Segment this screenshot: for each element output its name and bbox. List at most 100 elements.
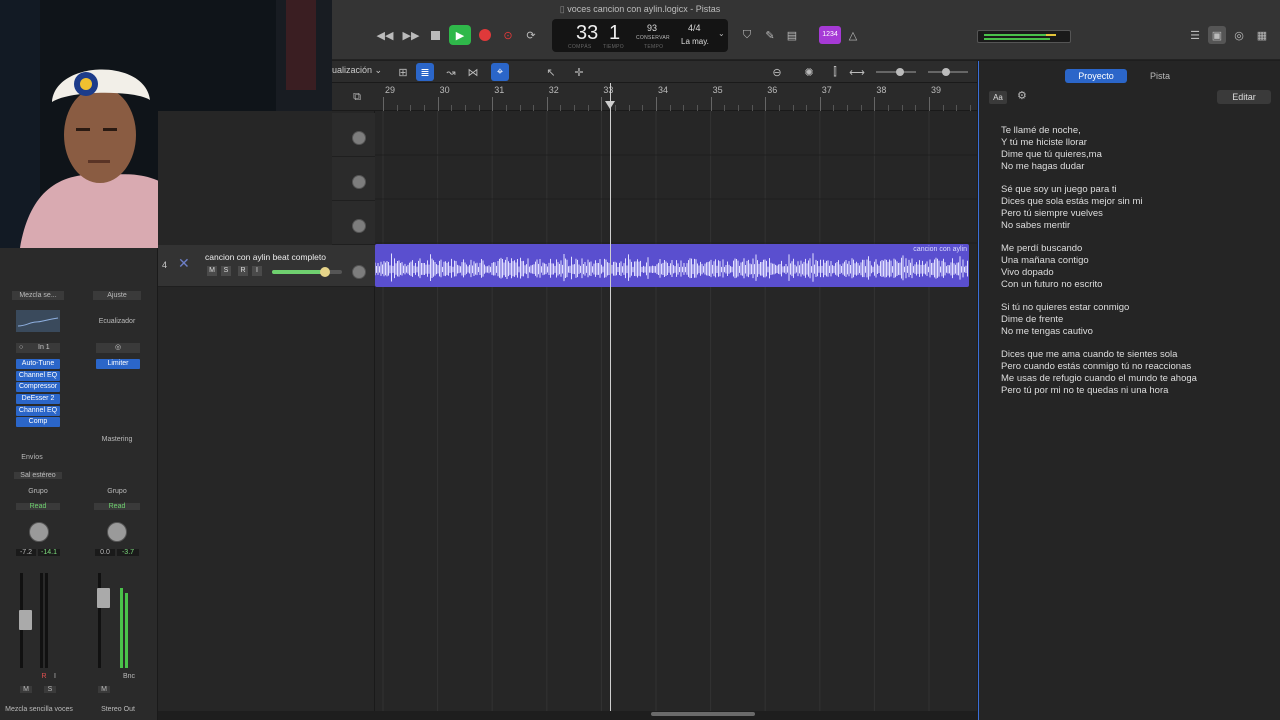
- loops-icon[interactable]: ◎: [1230, 26, 1248, 44]
- tracks-area[interactable]: cancion con aylin: [375, 83, 977, 716]
- catch-icon[interactable]: ⌖: [491, 63, 509, 81]
- plugin-slot[interactable]: Auto-Tune: [16, 359, 60, 369]
- mute-button[interactable]: M: [98, 686, 110, 693]
- list-view-icon[interactable]: ☰: [1186, 26, 1204, 44]
- track-row-2: [332, 157, 375, 201]
- count-in-button[interactable]: 1234: [819, 26, 841, 44]
- capture-record-button[interactable]: ⊙: [499, 26, 517, 44]
- chevron-down-icon[interactable]: ⌄: [718, 29, 725, 38]
- tab-pista[interactable]: Pista: [1129, 69, 1191, 83]
- browser-icon[interactable]: ▦: [1253, 26, 1271, 44]
- forward-button[interactable]: ▶▶: [402, 26, 420, 44]
- metronome-icon[interactable]: △: [844, 26, 862, 44]
- horizontal-zoom-icon[interactable]: ⟷: [848, 63, 866, 81]
- group-slot[interactable]: Grupo: [16, 488, 60, 495]
- playhead[interactable]: [610, 83, 611, 711]
- pan-knob[interactable]: [29, 522, 49, 542]
- solo-button[interactable]: S: [221, 266, 231, 276]
- plugin-slot[interactable]: Channel EQ: [16, 371, 60, 381]
- record-button[interactable]: [479, 29, 491, 41]
- lyric-line: Me usas de refugio cuando el mundo te ah…: [1001, 373, 1197, 384]
- mute-button[interactable]: M: [207, 266, 217, 276]
- lyrics-text[interactable]: Te llamé de noche, Y tú me hiciste llorar…: [1001, 125, 1271, 408]
- plugin-slot[interactable]: DeEsser 2: [16, 394, 60, 404]
- volume-fader[interactable]: [19, 610, 32, 630]
- cycle-button[interactable]: ⟳: [522, 26, 540, 44]
- level-meter: [40, 573, 43, 668]
- volume-fader[interactable]: [97, 588, 110, 608]
- lcd-display[interactable]: 33 1 COMPÁS TIEMPO 93 CONSERVAR TEMPO 4/…: [552, 19, 728, 52]
- crosshair-tool-icon[interactable]: ✛: [570, 63, 588, 81]
- track-name[interactable]: cancion con aylin beat completo: [205, 252, 326, 262]
- pan-knob[interactable]: [352, 265, 366, 279]
- channel-name: Mezcla sencilla voces: [5, 706, 73, 713]
- view-menu[interactable]: ualización ⌄: [332, 65, 382, 76]
- audio-region[interactable]: cancion con aylin: [375, 244, 969, 287]
- tuner-icon[interactable]: ⛉: [738, 26, 756, 44]
- font-button[interactable]: Aa: [989, 91, 1007, 104]
- ruler-bar-number: 35: [712, 85, 723, 95]
- solo-button[interactable]: S: [44, 686, 56, 693]
- curve-icon[interactable]: ↝: [442, 63, 460, 81]
- mute-button[interactable]: M: [20, 686, 32, 693]
- record-enable-button[interactable]: R: [238, 266, 248, 276]
- play-button[interactable]: ▶: [449, 25, 471, 45]
- sends-label: Envíos: [21, 454, 43, 461]
- link-icon: ○: [19, 344, 24, 351]
- record-enable-button[interactable]: R: [40, 673, 48, 680]
- input-slot[interactable]: ○ In 1: [16, 343, 60, 353]
- plugin-slot[interactable]: Compressor: [16, 382, 60, 392]
- global-tracks-icon[interactable]: ⧉: [348, 88, 366, 106]
- track-list-icon[interactable]: ≣: [416, 63, 434, 81]
- output-slot[interactable]: Sal estéreo: [14, 472, 62, 479]
- track-row-4[interactable]: 4 ✕ cancion con aylin beat completo M S …: [158, 245, 375, 287]
- grid-lines: [375, 111, 977, 711]
- stop-button[interactable]: [426, 26, 444, 44]
- vertical-zoom-slider[interactable]: [876, 68, 916, 76]
- waveform-zoom-icon[interactable]: ✺: [800, 63, 818, 81]
- play-icon: ▶: [455, 29, 465, 42]
- eq-thumbnail[interactable]: [16, 310, 60, 332]
- tempo-mode: CONSERVAR: [636, 35, 670, 41]
- rewind-button[interactable]: ◀◀: [376, 26, 394, 44]
- notepad-icon[interactable]: ▣: [1208, 26, 1226, 44]
- channel-setting-button[interactable]: Mezcla se...: [12, 291, 64, 300]
- link-icon[interactable]: ◎: [96, 343, 140, 353]
- volume-slider[interactable]: [272, 267, 342, 277]
- flex-icon[interactable]: ⋈: [464, 63, 482, 81]
- plugin-slot[interactable]: Comp: [16, 417, 60, 427]
- automation-mode[interactable]: Read: [16, 503, 60, 510]
- plugin-slot-limiter[interactable]: Limiter: [96, 359, 140, 369]
- list-icon[interactable]: ▤: [783, 26, 801, 44]
- automation-mode[interactable]: Read: [94, 503, 140, 510]
- horizontal-zoom-slider[interactable]: [928, 68, 968, 76]
- grid-icon[interactable]: ⊞: [394, 63, 412, 81]
- mastering-label[interactable]: Mastering: [92, 436, 142, 443]
- pan-knob[interactable]: [352, 219, 366, 233]
- level-meter: [45, 573, 48, 668]
- input-monitor-button[interactable]: I: [51, 673, 59, 680]
- vertical-zoom-icon[interactable]: ⫿: [826, 63, 844, 81]
- tab-proyecto[interactable]: Proyecto: [1065, 69, 1127, 83]
- ruler-bar-number: 36: [767, 85, 778, 95]
- settings-icon[interactable]: ⚙: [1017, 89, 1027, 102]
- pencil-icon[interactable]: ✎: [761, 26, 779, 44]
- group-slot[interactable]: Grupo: [94, 488, 140, 495]
- input-monitor-button[interactable]: I: [252, 266, 262, 276]
- pointer-tool-icon[interactable]: ↖: [542, 63, 560, 81]
- edit-button[interactable]: Editar: [1217, 90, 1271, 104]
- setting-button[interactable]: Ajuste: [93, 291, 141, 300]
- playhead-handle[interactable]: [605, 101, 615, 109]
- timeline-ruler[interactable]: 29 30 31 32 33 34 35 36 37 38 39: [375, 83, 977, 111]
- snap-icon[interactable]: ⊖: [768, 63, 786, 81]
- pan-knob[interactable]: [352, 175, 366, 189]
- pan-knob[interactable]: [352, 131, 366, 145]
- plugin-slot[interactable]: Channel EQ: [16, 406, 60, 416]
- window-title: ▯ voces cancion con aylin.logicx - Pista…: [559, 4, 721, 14]
- bounce-button[interactable]: Bnc: [119, 673, 139, 680]
- pan-knob[interactable]: [107, 522, 127, 542]
- eq-label[interactable]: Ecualizador: [94, 318, 140, 325]
- lyric-line: Dices que me ama cuando te sientes sola: [1001, 349, 1178, 360]
- horizontal-scrollbar[interactable]: [651, 712, 755, 716]
- lyric-line: Y tú me hiciste llorar: [1001, 137, 1087, 148]
